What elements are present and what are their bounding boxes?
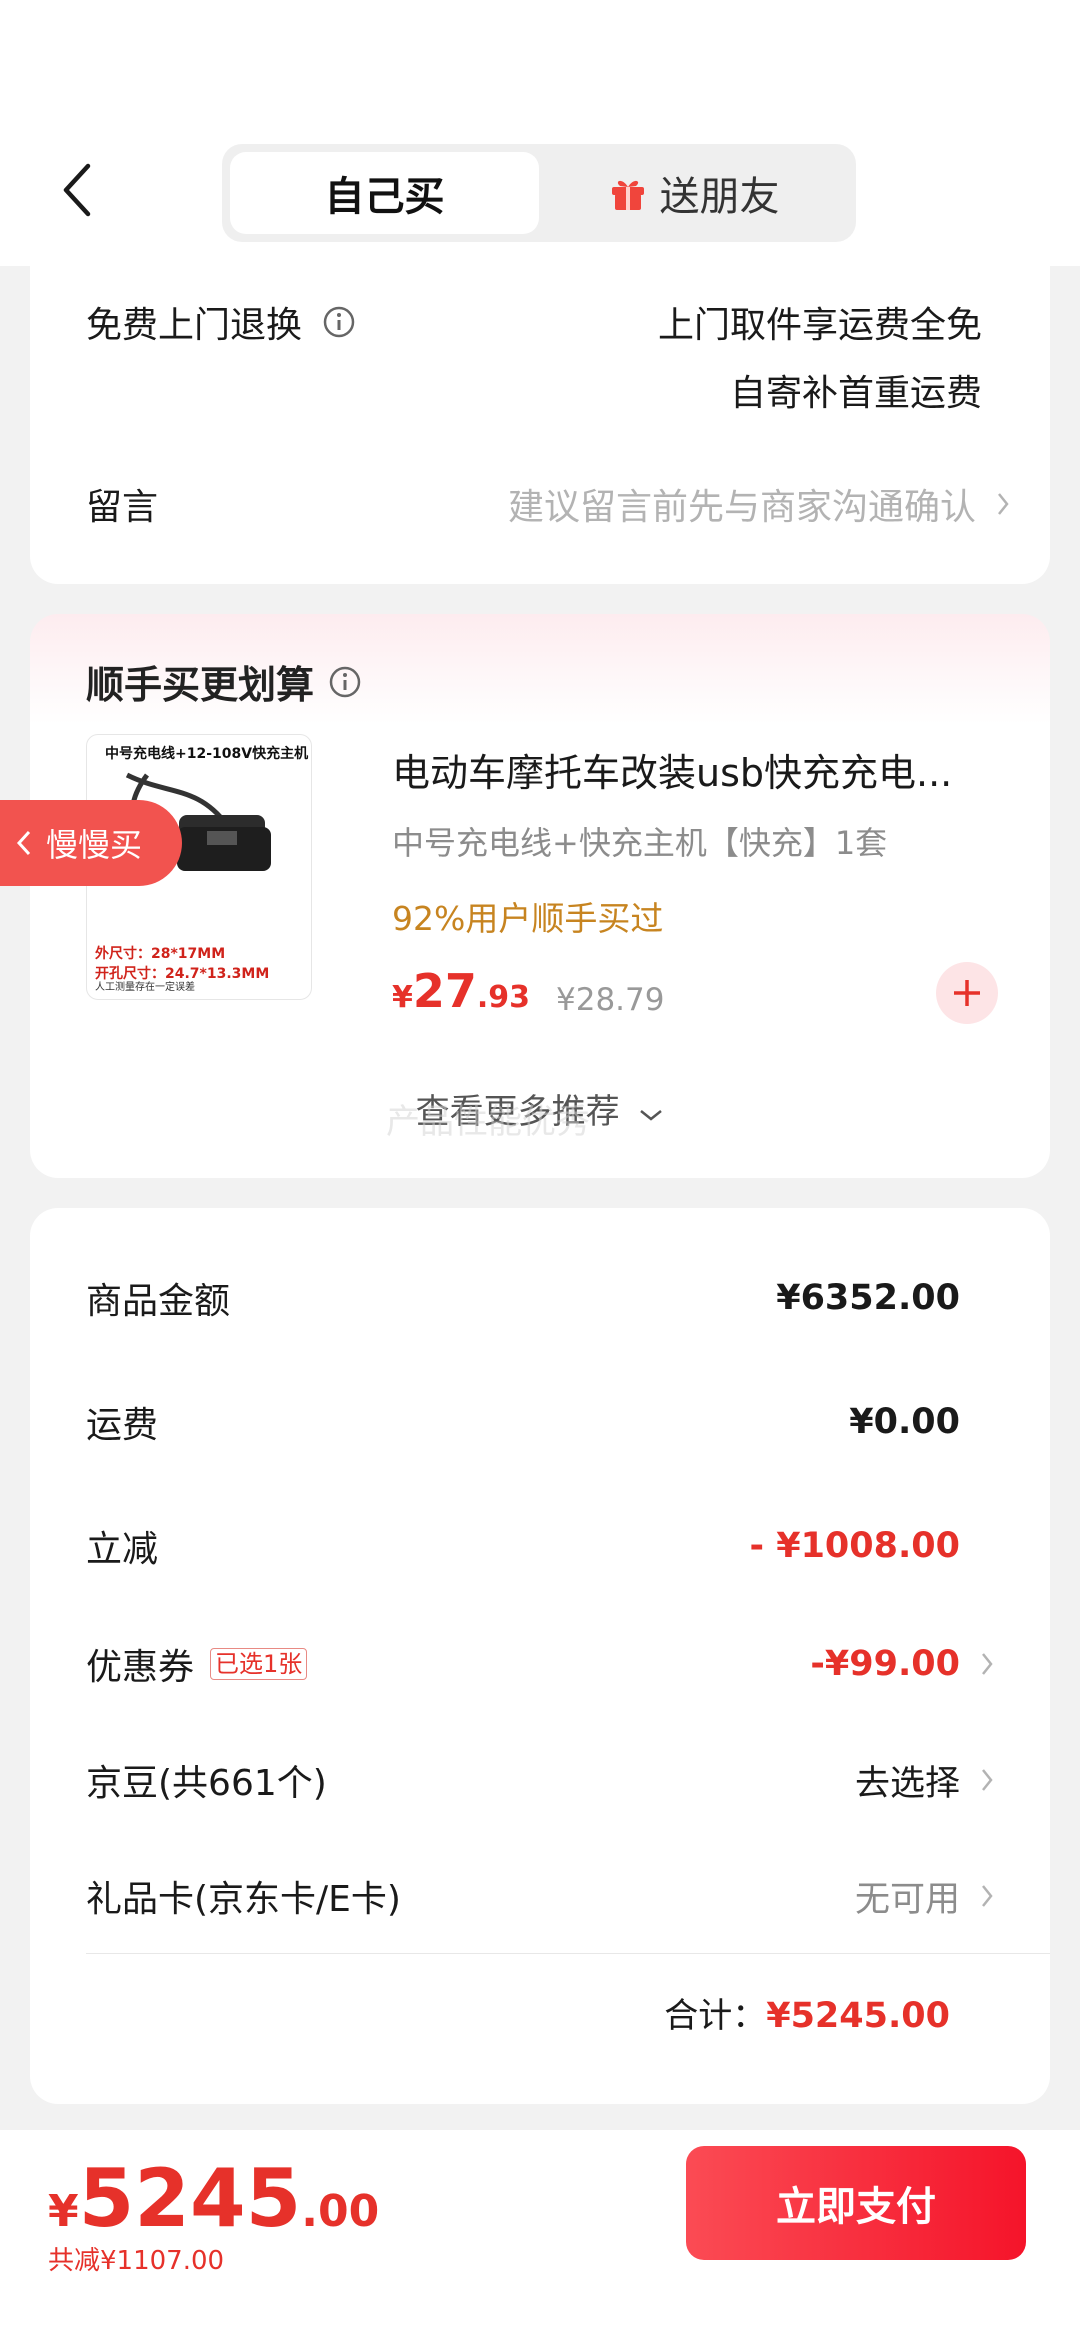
instant-discount-row: 立减 - ¥1008.00 (86, 1516, 994, 1576)
chevron-down-icon (640, 1110, 663, 1121)
divider (86, 1953, 1050, 1954)
product-title[interactable]: 电动车摩托车改装usb快充充电... (392, 742, 1022, 797)
slow-buy-label: 慢慢买 (46, 826, 143, 864)
price-decimal: .00 (301, 2186, 380, 2237)
price-symbol: ¥ (392, 980, 413, 1015)
product-price: ¥ 27 .93 (392, 964, 530, 1018)
tab-label: 送朋友 (659, 174, 780, 220)
free-return-detail: 上门取件享运费全免 自寄补首重运费 (658, 296, 982, 416)
goods-amount-row: 商品金额 ¥6352.00 (86, 1268, 994, 1328)
recommend-title: 顺手买更划算 (86, 663, 315, 707)
message-input[interactable]: 建议留言前先与商家沟通确认 (508, 478, 1010, 530)
message-placeholder: 建议留言前先与商家沟通确认 (507, 487, 976, 528)
price-integer: 5245 (78, 2152, 302, 2245)
free-return-label: 免费上门退换 (86, 305, 303, 346)
jingdou-row[interactable]: 京豆(共661个) 去选择 (86, 1750, 994, 1810)
goods-amount-value: ¥6352.00 (776, 1278, 960, 1318)
instant-discount-value: - ¥1008.00 (749, 1526, 960, 1566)
free-return-row: 免费上门退换 (86, 296, 356, 348)
shipping-fee-value: ¥0.00 (849, 1402, 960, 1442)
info-icon[interactable] (322, 305, 356, 339)
total-row: 合计： ¥5245.00 (664, 1988, 950, 2037)
row-value: ¥6352.00 (776, 1278, 994, 1318)
chevron-right-icon (980, 1650, 994, 1678)
gift-card-value: 无可用 (854, 1879, 960, 1920)
jingdou-value: 去选择 (854, 1763, 960, 1804)
chevron-left-icon (16, 830, 31, 856)
price-decimal: .93 (476, 980, 531, 1015)
pay-now-button[interactable]: 立即支付 (686, 2146, 1026, 2260)
back-button[interactable] (52, 155, 102, 225)
purchase-mode-switch: 自己买 送朋友 (222, 144, 856, 242)
footer-total-price: ¥ 5245 .00 (48, 2152, 379, 2245)
recommendation-card: 顺手买更划算 中号充电线+12-108V快充主机 外尺寸：28*17MM 开孔尺… (30, 614, 1050, 1178)
add-to-order-button[interactable] (936, 962, 998, 1024)
row-value: - ¥1008.00 (750, 1526, 994, 1566)
tab-send-to-friend[interactable]: 送朋友 (539, 152, 848, 234)
coupon-badge: 已选1张 (210, 1648, 308, 1680)
thumb-spec-outer: 外尺寸：28*17MM (95, 946, 226, 962)
row-label: 运费 (86, 1405, 159, 1446)
coupon-row[interactable]: 优惠券 已选1张 -¥99.00 (86, 1634, 994, 1694)
row-value: -¥99.00 (810, 1644, 994, 1684)
header-bar: 自己买 送朋友 (0, 0, 1080, 266)
total-saving: 共减¥1107.00 (48, 2246, 225, 2276)
return-line-2: 自寄补首重运费 (729, 373, 982, 414)
product-sku[interactable]: 中号充电线+快充主机【快充】1套 (392, 818, 887, 864)
total-value: ¥5245.00 (766, 1996, 950, 2036)
row-value: ¥0.00 (849, 1402, 994, 1442)
section-title: 顺手买更划算 (86, 654, 362, 709)
return-line-1: 上门取件享运费全免 (657, 305, 982, 346)
checkout-footer: ¥ 5245 .00 共减¥1107.00 立即支付 (0, 2130, 1080, 2344)
row-label: 优惠券 已选1张 (86, 1638, 308, 1690)
delivery-options-card: 免费上门退换 上门取件享运费全免 自寄补首重运费 留言 建议留言前先与商家沟通确… (30, 266, 1050, 584)
chevron-right-icon (980, 1882, 994, 1910)
price-summary-card: 商品金额 ¥6352.00 运费 ¥0.00 立减 - ¥1008.00 优惠券… (30, 1208, 1050, 2104)
social-proof: 92%用户顺手买过 (392, 899, 664, 938)
shipping-fee-row: 运费 ¥0.00 (86, 1392, 994, 1452)
chevron-right-icon (996, 490, 1010, 518)
pay-label: 立即支付 (776, 2185, 936, 2229)
chevron-right-icon (980, 1766, 994, 1794)
coupon-value: -¥99.00 (810, 1644, 960, 1684)
original-price: ¥28.79 (556, 982, 665, 1018)
row-value: 无可用 (855, 1871, 994, 1922)
message-label: 留言 (86, 487, 159, 528)
back-arrow-icon (63, 163, 91, 217)
price-integer: 27 (412, 964, 477, 1018)
row-label: 京豆(共661个) (86, 1763, 327, 1804)
coupon-label: 优惠券 (86, 1647, 195, 1688)
plus-icon (954, 980, 980, 1006)
gift-card-row[interactable]: 礼品卡(京东卡/E卡) 无可用 (86, 1866, 994, 1926)
info-icon[interactable] (328, 665, 362, 699)
slow-buy-button[interactable]: 慢慢买 (0, 800, 182, 886)
row-value: 去选择 (855, 1755, 994, 1806)
thumb-note: 人工测量存在一定误差 (95, 982, 195, 993)
gift-icon (608, 173, 648, 213)
tab-label: 自己买 (324, 174, 445, 220)
watermark-text: 产品性能优秀 (386, 1102, 590, 1142)
price-symbol: ¥ (48, 2186, 79, 2237)
tab-buy-for-self[interactable]: 自己买 (230, 152, 539, 234)
row-label: 商品金额 (86, 1281, 231, 1322)
total-label: 合计： (664, 1996, 767, 2036)
row-label: 立减 (86, 1529, 159, 1570)
row-label: 礼品卡(京东卡/E卡) (86, 1879, 401, 1920)
